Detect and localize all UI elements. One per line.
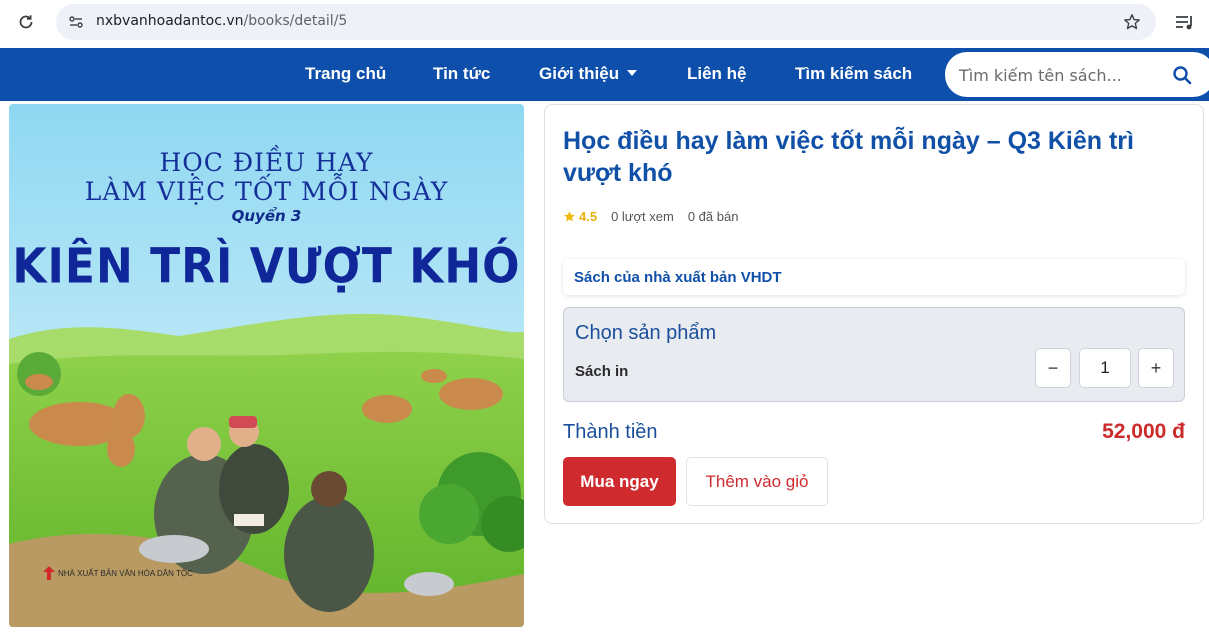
variant-label: Sách in bbox=[575, 363, 629, 380]
publisher-note: Sách của nhà xuất bản VHDT bbox=[574, 269, 782, 286]
product-card: Học điều hay làm việc tốt mỗi ngày – Q3 … bbox=[544, 104, 1204, 524]
sold-count: 0 đã bán bbox=[687, 209, 739, 224]
total-label: Thành tiền bbox=[563, 421, 658, 443]
product-stats: 4.5 0 lượt xem 0 đã bán bbox=[563, 209, 738, 224]
total-price: 52,000 đ bbox=[1102, 420, 1185, 443]
star-rating-icon bbox=[564, 211, 575, 222]
product-options: Chọn sản phẩm Sách in − + bbox=[563, 307, 1185, 402]
add-to-cart-button[interactable]: Thêm vào giỏ bbox=[686, 457, 828, 506]
buy-now-button[interactable]: Mua ngay bbox=[563, 457, 676, 506]
nav-about-dropdown[interactable]: Giới thiệu bbox=[539, 64, 638, 84]
reload-icon[interactable] bbox=[14, 10, 38, 34]
rating-value: 4.5 bbox=[579, 209, 598, 224]
product-title: Học điều hay làm việc tốt mỗi ngày – Q3 … bbox=[563, 127, 1134, 187]
quantity-increase-button[interactable]: + bbox=[1138, 348, 1174, 388]
site-navbar: Trang chủ Tin tức Giới thiệu Liên hệ Tìm… bbox=[0, 48, 1209, 101]
quantity-input[interactable] bbox=[1079, 348, 1131, 388]
nav-about-label: Giới thiệu bbox=[539, 64, 620, 83]
url-text[interactable]: nxbvanhoadantoc.vn/books/detail/5 bbox=[96, 13, 347, 29]
choose-product-heading: Chọn sản phẩm bbox=[575, 322, 717, 344]
star-icon[interactable] bbox=[1122, 12, 1142, 32]
publisher-note-box: Sách của nhà xuất bản VHDT bbox=[563, 259, 1185, 295]
nav-contact[interactable]: Liên hệ bbox=[687, 64, 747, 84]
cover-headline: KIÊN TRÌ VƯỢT KHÓ bbox=[12, 238, 521, 295]
media-queue-icon[interactable] bbox=[1172, 10, 1198, 34]
cover-publisher-name: NHÀ XUẤT BẢN VĂN HÓA DÂN TỘC bbox=[58, 568, 193, 578]
cover-volume: Quyển 3 bbox=[231, 207, 302, 225]
view-count: 0 lượt xem bbox=[611, 209, 674, 224]
search-input[interactable] bbox=[959, 62, 1159, 88]
quantity-decrease-button[interactable]: − bbox=[1035, 348, 1071, 388]
url-path: /books/detail/5 bbox=[243, 13, 348, 29]
address-bar[interactable]: nxbvanhoadantoc.vn/books/detail/5 bbox=[56, 4, 1156, 40]
site-controls-icon[interactable] bbox=[66, 12, 86, 32]
book-cover-image: HỌC ĐIỀU HAY LÀM VIỆC TỐT MỖI NGÀY Quyển… bbox=[9, 104, 524, 627]
cover-publisher: NHÀ XUẤT BẢN VĂN HÓA DÂN TỘC bbox=[43, 566, 193, 580]
browser-toolbar: nxbvanhoadantoc.vn/books/detail/5 bbox=[0, 0, 1209, 46]
search-box bbox=[945, 52, 1209, 97]
cover-title-line1: HỌC ĐIỀU HAY bbox=[159, 148, 374, 177]
publisher-logo-icon bbox=[43, 566, 55, 580]
search-icon[interactable] bbox=[1169, 62, 1195, 88]
nav-home[interactable]: Trang chủ bbox=[305, 64, 386, 84]
cover-title-line2: LÀM VIỆC TỐT MỖI NGÀY bbox=[84, 177, 449, 206]
nav-news[interactable]: Tin tức bbox=[433, 64, 490, 84]
rating: 4.5 bbox=[563, 209, 597, 224]
caret-down-icon bbox=[627, 70, 638, 76]
url-host: nxbvanhoadantoc.vn bbox=[96, 13, 244, 29]
nav-book-search[interactable]: Tìm kiếm sách bbox=[795, 64, 912, 84]
